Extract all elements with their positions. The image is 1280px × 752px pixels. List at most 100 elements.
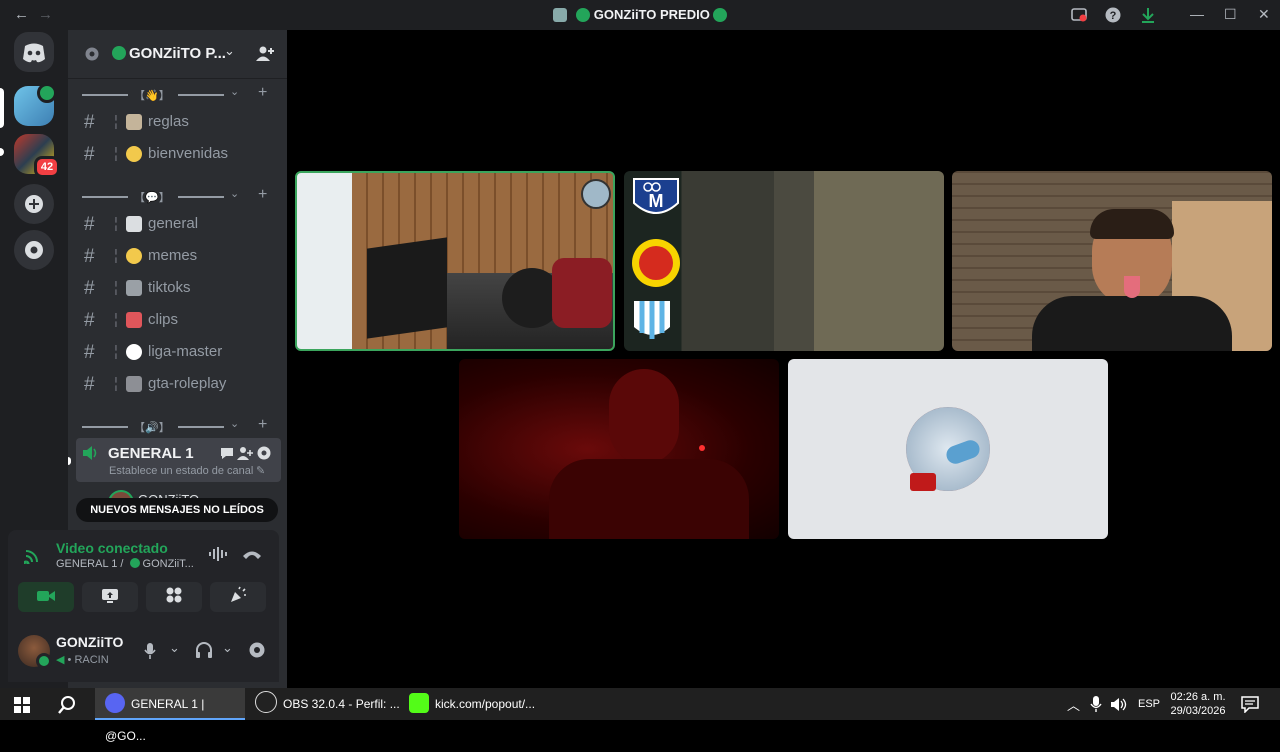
microphone-icon[interactable] — [143, 642, 157, 660]
add-channel-plus-icon[interactable]: + — [258, 84, 267, 102]
channel-name: clips — [148, 311, 179, 328]
channel-status[interactable]: Establece un estado de canal — [109, 465, 253, 477]
chevron-down-icon: ⌄ — [230, 86, 240, 98]
add-channel-plus-icon[interactable]: + — [258, 186, 267, 204]
noise-suppression-icon[interactable] — [208, 546, 228, 562]
avatar-figure — [943, 437, 983, 467]
avatar-trophy-base — [910, 473, 936, 491]
discover-button[interactable] — [14, 230, 54, 270]
video-tongue — [1124, 276, 1140, 298]
avatar[interactable] — [18, 635, 52, 669]
channel-item-clips[interactable]: # ¦ clips — [76, 306, 281, 334]
close-button[interactable]: ✕ — [1258, 6, 1270, 23]
new-unread-messages-button[interactable]: NUEVOS MENSAJES NO LEÍDOS — [76, 498, 278, 522]
clock-time: 02:26 a. m. — [1170, 691, 1226, 703]
language-indicator[interactable]: ESP — [1138, 698, 1160, 710]
invite-to-voice-icon[interactable] — [237, 445, 253, 461]
channel-item-tiktoks[interactable]: # ¦ tiktoks — [76, 274, 281, 302]
volume-icon[interactable] — [1110, 697, 1128, 712]
username[interactable]: GONZiiTO — [56, 634, 123, 650]
video-monitor — [367, 237, 447, 339]
chevron-down-icon[interactable]: ⌄ — [222, 640, 233, 656]
category-header[interactable]: 【👋】 ⌄ + — [82, 84, 272, 103]
video-tile-speaking[interactable] — [295, 171, 615, 351]
category-label: 【👋】 — [134, 90, 170, 102]
clock[interactable]: 02:26 a. m. 29/03/2026 — [1168, 690, 1228, 718]
gun-icon — [126, 376, 142, 392]
taskbar: GENERAL 1 | @GO... OBS 32.0.4 - Perfil: … — [0, 688, 1280, 743]
location-text: GENERAL 1 / — [56, 558, 127, 570]
video-tile[interactable] — [952, 171, 1272, 351]
gear-icon[interactable] — [256, 445, 272, 461]
chevron-down-icon[interactable]: ⌄ — [169, 640, 180, 656]
selected-server-pill — [0, 88, 4, 128]
voice-channel-name: GENERAL 1 — [108, 445, 194, 462]
add-channel-plus-icon[interactable]: + — [258, 416, 267, 434]
server-folder[interactable]: 42 — [14, 134, 60, 178]
category-label: 【🔊】 — [134, 422, 170, 434]
video-face — [609, 369, 679, 464]
activities-icon — [166, 587, 182, 603]
voice-connection-panel: Video conectado GENERAL 1 / GONZiiT... — [8, 530, 279, 620]
stream-overlay-logo — [581, 179, 611, 209]
taskbar-item-obs[interactable]: OBS 32.0.4 - Perfil: ... — [252, 688, 403, 720]
speaker-small-icon: ◀ — [56, 654, 65, 666]
divider: ¦ — [114, 375, 118, 392]
activity-text: RACIN — [74, 654, 109, 666]
channel-item-bienvenidas[interactable]: # ¦ bienvenidas — [76, 140, 281, 168]
divider: ¦ — [114, 343, 118, 360]
discord-logo-icon — [23, 43, 45, 63]
channel-item-general[interactable]: # ¦ general — [76, 210, 281, 238]
windows-start-icon[interactable] — [14, 697, 30, 713]
direct-messages-button[interactable] — [14, 32, 54, 72]
chat-bubble-icon[interactable] — [219, 445, 235, 461]
disconnect-icon[interactable] — [242, 547, 262, 561]
divider — [82, 426, 128, 428]
camera-toggle-button[interactable] — [18, 582, 74, 612]
hashtag-icon: # — [84, 342, 95, 363]
microphone-icon[interactable] — [1090, 696, 1102, 713]
minimize-button[interactable]: — — [1190, 6, 1204, 22]
share-screen-button[interactable] — [82, 582, 138, 612]
add-server-button[interactable] — [14, 184, 54, 224]
voice-channel-general-1[interactable]: GENERAL 1 Establece un estado de canal ✎ — [76, 438, 281, 482]
video-tile-avatar-only[interactable] — [788, 359, 1108, 539]
channel-item-memes[interactable]: # ¦ memes — [76, 242, 281, 270]
channel-name: gta-roleplay — [148, 375, 227, 392]
category-header[interactable]: 【💬】 ⌄ + — [82, 186, 272, 205]
maximize-button[interactable]: ☐ — [1224, 6, 1237, 23]
server-icon-active[interactable] — [14, 83, 57, 126]
channel-name: general — [148, 215, 199, 232]
search-icon[interactable] — [57, 695, 77, 715]
channel-item-liga-master[interactable]: # ¦ liga-master — [76, 338, 281, 366]
taskbar-item-kick[interactable]: kick.com/popout/... — [406, 688, 554, 720]
video-camera-icon — [37, 591, 55, 601]
laughing-face-icon — [126, 248, 142, 264]
screen-share-icon — [102, 589, 118, 603]
channel-item-reglas[interactable]: # ¦ reglas — [76, 108, 281, 136]
soundboard-button[interactable] — [210, 582, 266, 612]
headphones-icon[interactable] — [195, 641, 213, 659]
hashtag-icon: # — [84, 278, 95, 299]
download-icon[interactable] — [1140, 7, 1156, 23]
connection-location[interactable]: GENERAL 1 / GONZiiT... — [56, 558, 194, 570]
connection-signal-icon[interactable] — [24, 546, 42, 564]
user-settings-gear-icon[interactable] — [248, 641, 266, 659]
waving-hand-icon — [126, 146, 142, 162]
screen-share-inbox-icon[interactable] — [1071, 7, 1087, 23]
green-circle-icon — [129, 558, 140, 568]
notifications-icon[interactable] — [1241, 696, 1259, 713]
category-header[interactable]: 【🔊】 ⌄ + — [82, 416, 272, 435]
server-header[interactable]: GONZiiTO P... ⌄ — [68, 30, 287, 79]
activities-button[interactable] — [146, 582, 202, 612]
help-icon[interactable]: ? — [1105, 7, 1121, 23]
video-tile[interactable]: M — [624, 171, 944, 351]
pencil-icon[interactable]: ✎ — [256, 464, 265, 477]
invite-people-icon[interactable] — [255, 44, 275, 64]
show-hidden-icons-chevron-icon[interactable]: ︿ — [1067, 695, 1080, 714]
video-hair — [1090, 209, 1174, 239]
channel-item-gta-roleplay[interactable]: # ¦ gta-roleplay — [76, 370, 281, 398]
discord-app-icon — [105, 693, 125, 713]
video-tile[interactable] — [459, 359, 779, 539]
taskbar-item-discord[interactable]: GENERAL 1 | @GO... — [95, 688, 245, 743]
